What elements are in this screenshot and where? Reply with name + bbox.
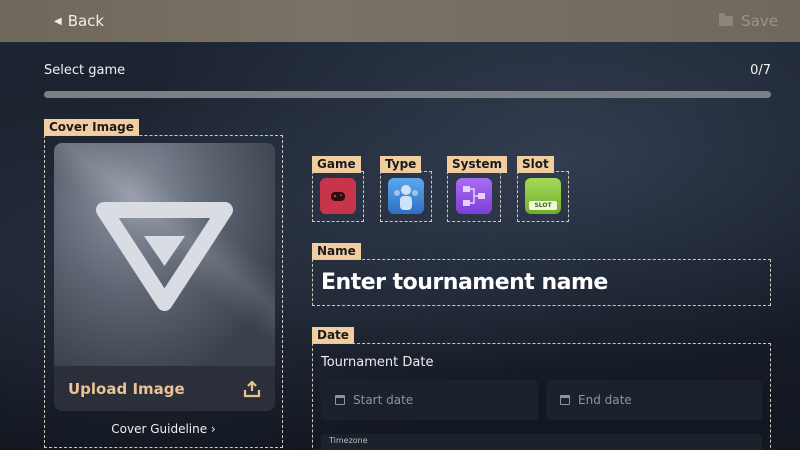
progress-header: Select game 0/7 — [44, 63, 771, 78]
upload-image-button[interactable]: Upload Image — [54, 366, 275, 411]
chevron-left-icon: ◀ — [54, 15, 62, 27]
save-button[interactable]: Save — [719, 12, 778, 30]
cover-image-panel: Upload Image Cover Guideline › — [44, 135, 283, 448]
step-label: Select game — [44, 63, 126, 78]
folder-icon — [719, 13, 734, 26]
slot-badge: SLOT — [529, 201, 557, 210]
start-date-field[interactable]: Start date — [321, 380, 538, 420]
name-field-box — [312, 259, 771, 306]
progress-bar — [44, 91, 771, 98]
calendar-icon — [560, 395, 570, 405]
people-icon — [388, 178, 424, 214]
triangle-logo-icon — [96, 202, 233, 311]
timezone-field[interactable]: Timezone — [321, 434, 762, 450]
slot-icon: SLOT — [525, 178, 561, 214]
end-date-field[interactable]: End date — [546, 380, 762, 420]
category-slot[interactable]: Slot SLOT — [517, 156, 569, 222]
cover-image-tag: Cover Image — [44, 119, 139, 136]
name-tag: Name — [312, 243, 361, 260]
tournament-name-input[interactable] — [321, 266, 762, 299]
start-date-placeholder: Start date — [353, 393, 414, 407]
category-type[interactable]: Type — [380, 156, 432, 222]
end-date-placeholder: End date — [578, 393, 632, 407]
back-button[interactable]: ◀ Back — [54, 12, 104, 30]
tournament-date-title: Tournament Date — [321, 355, 434, 370]
save-label: Save — [741, 12, 778, 30]
date-tag: Date — [312, 327, 354, 344]
category-game[interactable]: Game — [312, 156, 364, 222]
category-system[interactable]: System — [447, 156, 507, 222]
cover-image-preview — [54, 143, 275, 366]
calendar-icon — [335, 395, 345, 405]
upload-image-label: Upload Image — [68, 379, 185, 398]
gamepad-icon — [320, 178, 356, 214]
timezone-label: Timezone — [329, 436, 368, 445]
date-panel: Tournament Date Start date End date Time… — [312, 343, 771, 450]
top-bar: ◀ Back Save — [0, 0, 800, 42]
bracket-icon — [456, 178, 492, 214]
upload-icon — [243, 379, 261, 397]
cover-guideline-link[interactable]: Cover Guideline › — [45, 422, 282, 436]
back-label: Back — [67, 12, 105, 30]
step-count: 0/7 — [750, 63, 771, 78]
